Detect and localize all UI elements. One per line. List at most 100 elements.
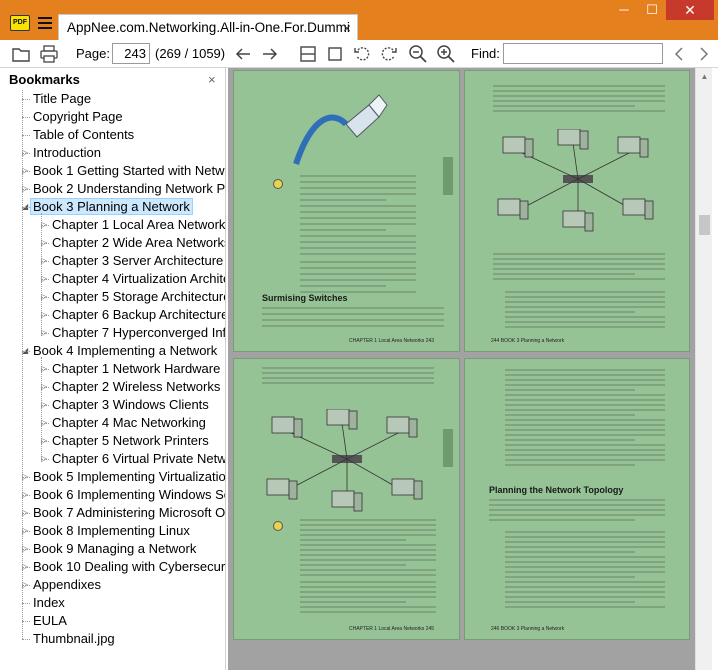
tab-close-icon[interactable]: × <box>343 15 351 40</box>
text-line <box>300 253 416 255</box>
find-next-icon[interactable] <box>693 43 715 65</box>
text-line <box>300 291 416 293</box>
computer-icon <box>562 179 594 232</box>
page-245: CHAPTER 1 Local Area Networks 245 <box>233 358 460 640</box>
rotate-right-icon[interactable] <box>378 43 400 65</box>
text-line <box>505 561 665 563</box>
bookmark-item[interactable]: ▷ Introduction <box>22 144 101 162</box>
vertical-scrollbar[interactable]: ▲ <box>695 68 712 670</box>
bookmark-item[interactable]: ▷ Appendixes <box>22 576 101 594</box>
bookmark-item[interactable]: ◢ Book 4 Implementing a Network <box>22 342 218 360</box>
bookmark-item[interactable]: ▷ Book 9 Managing a Network <box>22 540 196 558</box>
bookmark-item[interactable]: Table of Contents <box>33 126 134 144</box>
scroll-up-icon[interactable]: ▲ <box>696 68 713 85</box>
bookmark-item[interactable]: ▷ Book 8 Implementing Linux <box>22 522 190 540</box>
bookmark-label: Chapter 6 Virtual Private Network <box>52 451 226 466</box>
bookmark-item[interactable]: ▷ Chapter 1 Network Hardware <box>41 360 220 378</box>
bookmark-item[interactable]: ▷ Book 2 Understanding Network Prot <box>22 180 225 198</box>
print-icon[interactable] <box>38 43 60 65</box>
open-folder-icon[interactable] <box>10 43 32 65</box>
document-view[interactable]: Surmising Switches CHAPTER 1 Local Area … <box>228 68 695 670</box>
text-line <box>300 591 436 593</box>
bookmark-item[interactable]: Copyright Page <box>33 108 123 126</box>
bookmark-item[interactable]: ▷ Book 5 Implementing Virtualization <box>22 468 225 486</box>
back-arrow-icon[interactable] <box>232 43 254 65</box>
bookmark-item[interactable]: ◢ Book 3 Planning a Network <box>22 198 193 216</box>
bookmark-item[interactable]: ▷ Chapter 5 Network Printers <box>41 432 209 450</box>
text-line <box>505 454 665 456</box>
text-line <box>300 235 416 237</box>
bookmark-item[interactable]: EULA <box>33 612 67 630</box>
text-line <box>300 223 416 225</box>
find-input[interactable] <box>503 43 663 64</box>
bookmark-label: Book 8 Implementing Linux <box>33 523 190 538</box>
page-243: Surmising Switches CHAPTER 1 Local Area … <box>233 70 460 352</box>
document-tab[interactable]: AppNee.com.Networking.All-in-One.For.Dum… <box>58 14 358 40</box>
bookmark-item[interactable]: ▷ Chapter 6 Backup Architecture <box>41 306 225 324</box>
tree-connector <box>22 117 30 118</box>
text-line <box>300 241 416 243</box>
text-line <box>300 529 436 531</box>
chapter-side-tab <box>443 429 453 467</box>
text-line <box>300 569 436 571</box>
bookmark-item[interactable]: ▷ Chapter 1 Local Area Networks <box>41 216 226 234</box>
tree-connector <box>22 90 23 639</box>
bookmark-item[interactable]: ▷ Chapter 2 Wide Area Networks <box>41 234 225 252</box>
network-cable-image <box>293 94 388 165</box>
text-line <box>262 372 434 374</box>
tree-connector <box>22 171 30 172</box>
bookmark-item[interactable]: ▷ Chapter 6 Virtual Private Network <box>41 450 226 468</box>
bookmark-label: Chapter 4 Mac Networking <box>52 415 206 430</box>
tree-connector <box>41 297 49 298</box>
zoom-in-icon[interactable] <box>435 43 457 65</box>
bookmark-item[interactable]: ▷ Book 6 Implementing Windows Serv <box>22 486 225 504</box>
text-line <box>489 504 665 506</box>
text-line <box>505 321 665 323</box>
bookmark-item[interactable]: Index <box>33 594 65 612</box>
toolbar: Page: (269 / 1059) Find: <box>0 40 718 68</box>
bookmark-item[interactable]: ▷ Chapter 3 Server Architecture <box>41 252 223 270</box>
bookmark-item[interactable]: ▷ Chapter 3 Windows Clients <box>41 396 209 414</box>
rotate-left-icon[interactable] <box>351 43 373 65</box>
bookmark-item[interactable]: Thumbnail.jpg <box>33 630 115 648</box>
bookmark-item[interactable]: ▷ Chapter 4 Mac Networking <box>41 414 206 432</box>
text-line <box>300 181 416 183</box>
forward-arrow-icon[interactable] <box>259 43 281 65</box>
bookmark-label: Copyright Page <box>33 109 123 124</box>
bookmark-item[interactable]: ▷ Chapter 5 Storage Architecture <box>41 288 225 306</box>
bookmark-item[interactable]: ▷ Book 10 Dealing with Cybersecurity <box>22 558 226 576</box>
bookmark-label: Book 4 Implementing a Network <box>33 343 218 358</box>
bookmark-label: Thumbnail.jpg <box>33 631 115 646</box>
bookmark-item[interactable]: ▷ Chapter 2 Wireless Networks <box>41 378 220 396</box>
bookmark-label: Book 10 Dealing with Cybersecurity <box>33 559 226 574</box>
fit-width-icon[interactable] <box>297 43 319 65</box>
fit-page-icon[interactable] <box>324 43 346 65</box>
text-line <box>489 499 665 501</box>
bookmark-item[interactable]: Title Page <box>33 90 91 108</box>
page-number-input[interactable] <box>112 43 150 64</box>
text-line <box>505 291 665 293</box>
tree-connector <box>41 225 49 226</box>
scrollbar-thumb[interactable] <box>699 215 710 235</box>
text-line <box>505 306 665 308</box>
bookmark-item[interactable]: ▷ Chapter 4 Virtualization Architect <box>41 270 225 288</box>
text-line <box>262 382 434 384</box>
menu-icon[interactable] <box>38 17 52 31</box>
bookmark-item[interactable]: ▷ Book 7 Administering Microsoft Offi <box>22 504 225 522</box>
title-bar: PDF AppNee.com.Networking.All-in-One.For… <box>0 0 718 40</box>
minimize-button[interactable]: ─ <box>610 0 638 20</box>
close-bookmarks-icon[interactable]: × <box>208 72 216 87</box>
pdf-app-icon: PDF <box>10 15 30 31</box>
bookmark-label: Chapter 1 Local Area Networks <box>52 217 226 232</box>
maximize-button[interactable]: ☐ <box>638 0 666 20</box>
text-line <box>505 464 635 466</box>
zoom-out-icon[interactable] <box>407 43 429 65</box>
close-window-button[interactable]: ✕ <box>666 0 714 20</box>
bookmark-item[interactable]: ▷ Chapter 7 Hyperconverged Infras <box>41 324 225 342</box>
bookmark-item[interactable]: ▷ Book 1 Getting Started with Network <box>22 162 225 180</box>
text-line <box>505 536 665 538</box>
text-line <box>300 519 436 521</box>
text-line <box>505 419 665 421</box>
find-previous-icon[interactable] <box>668 43 690 65</box>
text-line <box>505 326 665 328</box>
